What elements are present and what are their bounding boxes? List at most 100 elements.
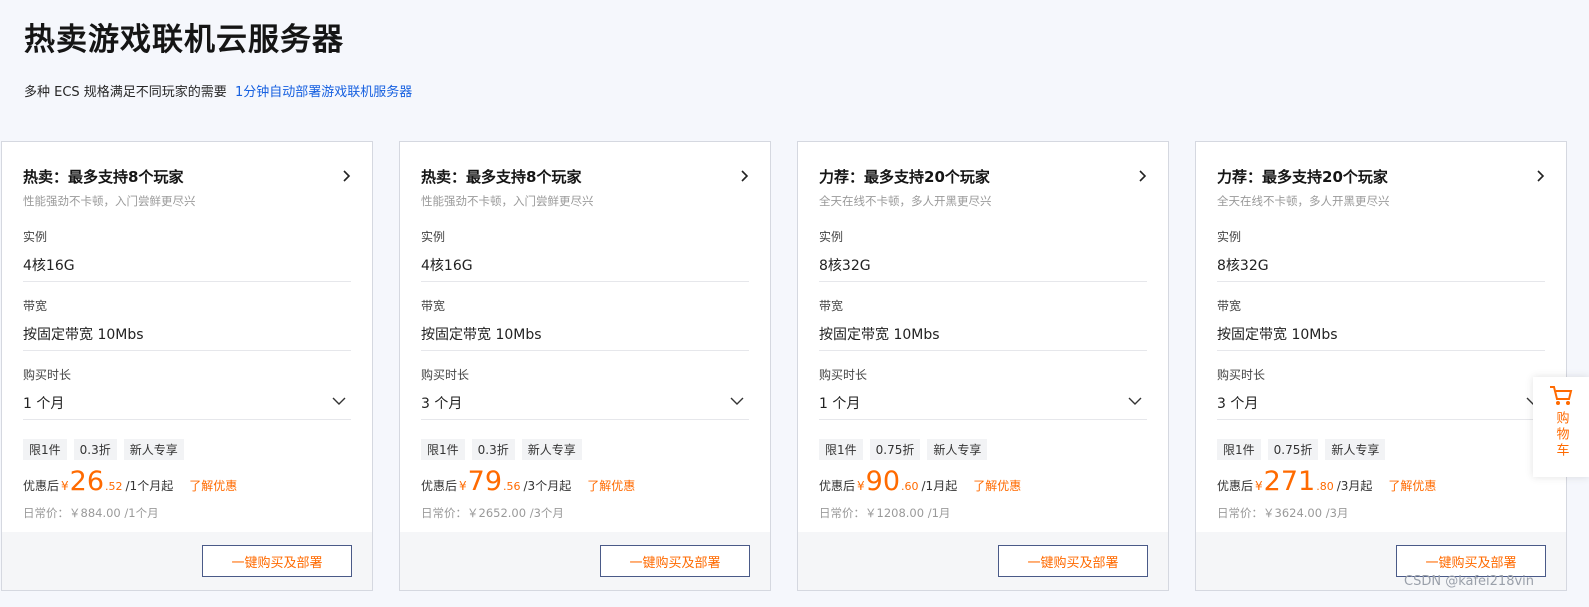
divider [421,350,749,351]
instance-label: 实例 [23,230,48,244]
price-unit: /1个月起 [125,479,174,493]
price-row: 优惠后 ¥ 79 .56 /3个月起 了解优惠 [421,464,635,500]
learn-discount-link[interactable]: 了解优惠 [587,477,635,494]
deploy-link[interactable]: 1分钟自动部署游戏联机服务器 [235,85,412,100]
card-title: 热卖：最多支持8个玩家 [421,168,582,186]
duration-field: 购买时长 3 个月 [421,366,749,434]
tag-new-user: 新人专享 [1325,439,1386,460]
subtitle-text: 多种 ECS 规格满足不同玩家的需要 [24,85,227,100]
tag-limit: 限1件 [819,439,863,460]
price-prefix: 优惠后 [819,479,856,493]
price-prefix: 优惠后 [421,479,458,493]
watermark: CSDN @kafei218vin [1404,574,1535,589]
card-title: 热卖：最多支持8个玩家 [23,168,184,186]
divider [1217,281,1545,282]
card-description: 性能强劲不卡顿，入门尝鲜更尽兴 [23,194,196,208]
tag-discount: 0.3折 [471,439,515,460]
tag-limit: 限1件 [1217,439,1261,460]
duration-select[interactable]: 3 个月 [1217,386,1545,416]
duration-value: 1 个月 [819,396,861,412]
card-description: 性能强劲不卡顿，入门尝鲜更尽兴 [421,194,594,208]
duration-select[interactable]: 1 个月 [819,386,1147,416]
cart-icon [1550,386,1573,405]
duration-select[interactable]: 1 个月 [23,386,351,416]
chevron-right-icon [1139,170,1147,182]
learn-discount-link[interactable]: 了解优惠 [1388,477,1436,494]
tag-new-user: 新人专享 [927,439,988,460]
tag-new-user: 新人专享 [521,439,582,460]
product-card: 力荐：最多支持20个玩家 全天在线不卡顿，多人开黑更尽兴 实例 8核32G 带宽… [1195,141,1567,591]
chevron-right-icon [343,170,351,182]
card-title: 力荐：最多支持20个玩家 [1217,168,1388,186]
divider [1217,419,1545,420]
price-decimal: .56 [503,480,521,493]
divider [23,350,351,351]
chevron-down-icon [332,397,346,405]
card-footer: 一键购买及部署 [2,532,372,590]
card-header[interactable]: 力荐：最多支持20个玩家 全天在线不卡顿，多人开黑更尽兴 [819,166,1147,210]
page-title: 热卖游戏联机云服务器 [24,22,344,58]
tag-limit: 限1件 [23,439,67,460]
price-unit: /3月起 [1336,479,1373,493]
regular-price: 日常价：￥1208.00 /1月 [819,506,951,520]
bandwidth-value: 按固定带宽 10Mbs [1217,327,1338,343]
divider [819,350,1147,351]
price-decimal: .80 [1316,480,1334,493]
bandwidth-label: 带宽 [23,299,48,313]
divider [819,281,1147,282]
bandwidth-field: 带宽 按固定带宽 10Mbs [23,297,351,365]
price-prefix: 优惠后 [23,479,60,493]
learn-discount-link[interactable]: 了解优惠 [189,477,237,494]
divider [23,419,351,420]
duration-label: 购买时长 [421,368,470,382]
regular-price: 日常价：￥884.00 /1个月 [23,506,159,520]
card-header[interactable]: 热卖：最多支持8个玩家 性能强劲不卡顿，入门尝鲜更尽兴 [421,166,749,210]
card-title: 力荐：最多支持20个玩家 [819,168,990,186]
bandwidth-field: 带宽 按固定带宽 10Mbs [421,297,749,365]
price-row: 优惠后 ¥ 90 .60 /1月起 了解优惠 [819,464,1021,500]
price-integer: 79 [467,466,503,497]
duration-label: 购买时长 [23,368,72,382]
currency-symbol: ¥ [1255,479,1263,493]
price-integer: 271 [1263,466,1316,497]
chevron-right-icon [741,170,749,182]
instance-value: 4核16G [23,258,75,274]
tag-list: 限1件 0.75折 新人专享 [819,439,988,460]
bandwidth-value: 按固定带宽 10Mbs [421,327,542,343]
regular-price: 日常价：￥3624.00 /3月 [1217,506,1349,520]
instance-field: 实例 8核32G [1217,228,1545,296]
chevron-down-icon [1128,397,1142,405]
card-header[interactable]: 力荐：最多支持20个玩家 全天在线不卡顿，多人开黑更尽兴 [1217,166,1545,210]
price-integer: 90 [865,466,901,497]
price-unit: /1月起 [921,479,958,493]
currency-symbol: ¥ [459,479,467,493]
product-card: 热卖：最多支持8个玩家 性能强劲不卡顿，入门尝鲜更尽兴 实例 4核16G 带宽 … [399,141,771,591]
chevron-right-icon [1537,170,1545,182]
card-header[interactable]: 热卖：最多支持8个玩家 性能强劲不卡顿，入门尝鲜更尽兴 [23,166,351,210]
tag-discount: 0.3折 [73,439,117,460]
buy-deploy-button[interactable]: 一键购买及部署 [600,545,750,577]
price-decimal: .52 [105,480,123,493]
buy-deploy-button[interactable]: 一键购买及部署 [202,545,352,577]
price-integer: 26 [69,466,105,497]
card-description: 全天在线不卡顿，多人开黑更尽兴 [819,194,992,208]
duration-select[interactable]: 3 个月 [421,386,749,416]
price-row: 优惠后 ¥ 271 .80 /3月起 了解优惠 [1217,464,1436,500]
shopping-cart-widget[interactable]: 购物车 [1533,377,1589,477]
page-subtitle: 多种 ECS 规格满足不同玩家的需要 1分钟自动部署游戏联机服务器 [24,81,412,100]
price-decimal: .60 [901,480,919,493]
buy-deploy-button[interactable]: 一键购买及部署 [1396,545,1546,577]
learn-discount-link[interactable]: 了解优惠 [973,477,1021,494]
duration-field: 购买时长 1 个月 [23,366,351,434]
tag-list: 限1件 0.75折 新人专享 [1217,439,1386,460]
duration-value: 1 个月 [23,396,65,412]
instance-field: 实例 4核16G [23,228,351,296]
duration-label: 购买时长 [1217,368,1266,382]
buy-deploy-button[interactable]: 一键购买及部署 [998,545,1148,577]
product-card: 力荐：最多支持20个玩家 全天在线不卡顿，多人开黑更尽兴 实例 8核32G 带宽… [797,141,1169,591]
bandwidth-label: 带宽 [421,299,446,313]
divider [23,281,351,282]
instance-value: 4核16G [421,258,473,274]
product-card: 热卖：最多支持8个玩家 性能强劲不卡顿，入门尝鲜更尽兴 实例 4核16G 带宽 … [1,141,373,591]
instance-label: 实例 [819,230,844,244]
